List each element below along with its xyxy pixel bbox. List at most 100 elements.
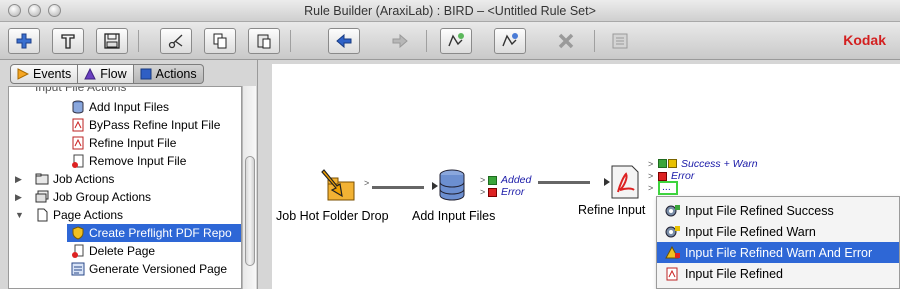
cut-button[interactable] (160, 28, 192, 54)
tab-actions[interactable]: Actions (133, 64, 204, 84)
hammer-button[interactable] (52, 28, 84, 54)
output-success-warn[interactable]: Success + Warn (681, 158, 758, 170)
node-label: Refine Input (578, 203, 646, 217)
tree-item-create-preflight[interactable]: Create Preflight PDF Repo (67, 224, 241, 242)
add-rule-button[interactable] (440, 28, 472, 54)
disclosure-triangle-icon[interactable]: ▼ (15, 210, 24, 220)
node-add-input-files[interactable] (430, 168, 470, 204)
edit-rule-icon (502, 33, 518, 47)
tree-item-label: Delete Page (89, 244, 156, 258)
preflight-shield-icon (72, 226, 84, 240)
folder-group-icon (35, 190, 49, 203)
cut-icon (168, 34, 183, 49)
menu-item-refined-success[interactable]: Input File Refined Success (657, 200, 899, 221)
output-context-menu: Input File Refined Success Input File Re… (656, 196, 900, 289)
node-label: Job Hot Folder Drop (276, 209, 389, 223)
tab-flow-label: Flow (100, 67, 127, 81)
output-arrow-icon: > (648, 183, 654, 193)
warn-status-icon (668, 159, 677, 168)
pdf-icon (666, 267, 678, 280)
tree-item-label: ByPass Refine Input File (89, 118, 221, 132)
left-panel: Events Flow Actions Input File Actions A… (0, 60, 258, 289)
toolbar: Kodak (0, 22, 900, 60)
node-label: Add Input Files (412, 209, 496, 223)
output-added[interactable]: Added (501, 174, 531, 186)
tree-item-label: Refine Input File (89, 136, 177, 150)
tree-item-job-actions[interactable]: ▶ Job Actions (15, 170, 115, 188)
connector (372, 186, 424, 189)
tab-events[interactable]: Events (10, 64, 79, 84)
menu-item-refined[interactable]: Input File Refined (657, 263, 899, 284)
properties-button[interactable] (604, 28, 636, 54)
tree-item-label: Page Actions (53, 208, 124, 222)
toolbar-separator (594, 30, 595, 52)
tab-events-label: Events (33, 67, 72, 81)
tree-item-job-group-actions[interactable]: ▶ Job Group Actions (15, 188, 152, 206)
title-bar: Rule Builder (AraxiLab) : BIRD – <Untitl… (0, 0, 900, 22)
tree-item-bypass-refine[interactable]: ByPass Refine Input File (71, 116, 220, 134)
window-title: Rule Builder (AraxiLab) : BIRD – <Untitl… (304, 4, 596, 18)
database-icon (72, 100, 84, 114)
tab-actions-label: Actions (155, 67, 197, 81)
copy-button[interactable] (204, 28, 236, 54)
output-arrow-icon: > (648, 171, 654, 181)
output-error[interactable]: Error (501, 186, 524, 198)
node-job-hot-folder-drop[interactable] (320, 168, 360, 204)
output-more-selector[interactable]: ... (658, 181, 678, 195)
tree-item-remove-input-file[interactable]: Remove Input File (71, 152, 186, 170)
toolbar-separator (138, 30, 139, 52)
gears-success-icon (665, 204, 680, 216)
add-button[interactable] (8, 28, 40, 54)
tree-item-label: Remove Input File (89, 154, 187, 168)
flow-icon (84, 68, 97, 80)
forward-arrow-icon (392, 33, 408, 49)
warn-error-icon (665, 245, 680, 258)
output-arrow-icon: > (480, 187, 486, 197)
tree-item-label: Job Actions (53, 172, 115, 186)
tree-item-generate-versioned-page[interactable]: Generate Versioned Page (71, 260, 227, 278)
toolbar-separator (426, 30, 427, 52)
tree-item-label: Job Group Actions (53, 190, 152, 204)
disclosure-triangle-icon[interactable]: ▶ (15, 192, 22, 203)
forward-button[interactable] (384, 28, 416, 54)
tree-item-refine-input-file[interactable]: Refine Input File (71, 134, 176, 152)
tree-scrollbar[interactable] (242, 86, 256, 289)
database-icon (432, 169, 465, 201)
tree-item-page-actions[interactable]: ▼ Page Actions (15, 206, 124, 224)
disclosure-triangle-icon[interactable]: ▶ (15, 174, 22, 185)
add-rule-icon (448, 33, 464, 47)
page-icon (37, 208, 48, 222)
tree-item-input-file-actions[interactable]: Input File Actions (35, 87, 126, 96)
connector (538, 181, 590, 184)
hammer-icon (61, 34, 75, 49)
menu-item-label: Input File Refined Warn (685, 224, 816, 239)
output-arrow-icon: > (480, 175, 486, 185)
node-refine-input[interactable] (602, 164, 642, 200)
scrollbar-thumb[interactable] (245, 156, 255, 266)
back-button[interactable] (328, 28, 360, 54)
tree-item-delete-page[interactable]: Delete Page (71, 242, 155, 260)
tree-item-label: Add Input Files (89, 100, 170, 114)
remove-file-icon (72, 154, 84, 168)
gears-warn-icon (665, 225, 680, 237)
error-status-icon (658, 172, 667, 181)
menu-item-label: Input File Refined Warn And Error (685, 245, 873, 260)
pdf-icon (72, 136, 84, 150)
output-arrow-icon: > (648, 159, 654, 169)
tree-item-label: Create Preflight PDF Repo (89, 226, 232, 240)
paste-button[interactable] (248, 28, 280, 54)
paste-icon (257, 34, 271, 49)
pdf-refine-icon (604, 165, 639, 199)
edit-rule-button[interactable] (494, 28, 526, 54)
menu-item-refined-warn[interactable]: Input File Refined Warn (657, 221, 899, 242)
delete-button[interactable] (550, 28, 582, 54)
save-button[interactable] (96, 28, 128, 54)
tree-item-add-input-files[interactable]: Add Input Files (71, 98, 169, 116)
success-status-icon (658, 159, 667, 168)
output-arrow-icon: > (364, 178, 370, 188)
versioned-page-icon (71, 262, 85, 276)
panel-tabs: Events Flow Actions (10, 64, 204, 84)
tab-flow[interactable]: Flow (78, 64, 134, 84)
delete-icon (558, 33, 574, 49)
menu-item-refined-warn-and-error[interactable]: Input File Refined Warn And Error (657, 242, 899, 263)
